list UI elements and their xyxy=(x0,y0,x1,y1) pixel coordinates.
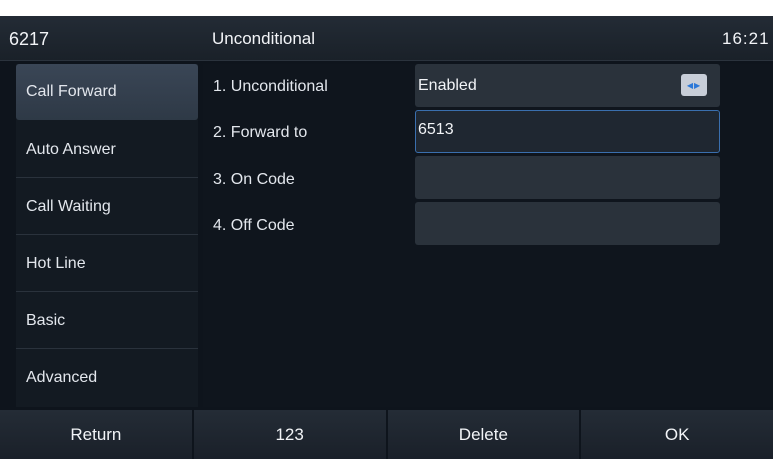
forward-to-input[interactable]: 6513 xyxy=(415,110,720,153)
sidebar-item-label: Advanced xyxy=(26,369,98,386)
sidebar-item-label: Call Forward xyxy=(26,83,117,100)
unconditional-value: Enabled xyxy=(418,76,477,94)
sidebar-item-auto-answer[interactable]: Auto Answer xyxy=(16,122,198,178)
input-mode-button[interactable]: 123 xyxy=(193,410,386,459)
off-code-label: 4. Off Code xyxy=(213,217,295,234)
extension-number: 6217 xyxy=(9,29,50,49)
return-button[interactable]: Return xyxy=(0,410,192,459)
sidebar-item-label: Auto Answer xyxy=(26,140,116,158)
status-bar: 6217 Unconditional 16:21 xyxy=(0,16,773,61)
sidebar-menu: Call Forward Auto Answer Call Waiting Ho… xyxy=(16,64,198,407)
forward-to-value: 6513 xyxy=(418,121,454,138)
page-title: Unconditional xyxy=(212,29,316,48)
sidebar-item-call-forward[interactable]: Call Forward xyxy=(16,64,198,120)
sidebar-item-label: Call Waiting xyxy=(26,197,111,215)
sidebar-item-label: Basic xyxy=(26,311,66,329)
on-code-label: 3. On Code xyxy=(213,171,295,188)
delete-button[interactable]: Delete xyxy=(387,410,580,459)
sidebar-item-basic[interactable]: Basic xyxy=(16,293,198,349)
sidebar-item-call-waiting[interactable]: Call Waiting xyxy=(16,179,198,235)
clock: 16:21 xyxy=(722,29,770,48)
softkey-bar: Return 123 Delete OK xyxy=(0,410,773,459)
off-code-input[interactable] xyxy=(415,202,720,245)
sidebar-item-label: Hot Line xyxy=(26,254,86,272)
forward-to-label: 2. Forward to xyxy=(213,124,308,141)
settings-panel: 1. Unconditional Enabled ◀▶ 2. Forward t… xyxy=(203,64,773,407)
phone-screen: 6217 Unconditional 16:21 Call Forward Au… xyxy=(0,16,773,459)
unconditional-label: 1. Unconditional xyxy=(213,78,328,95)
ok-button[interactable]: OK xyxy=(581,410,773,459)
left-right-arrows-icon[interactable]: ◀▶ xyxy=(681,74,707,96)
sidebar-item-hot-line[interactable]: Hot Line xyxy=(16,236,198,292)
sidebar-item-advanced[interactable]: Advanced xyxy=(16,350,198,406)
on-code-input[interactable] xyxy=(415,156,720,199)
unconditional-select[interactable]: Enabled ◀▶ xyxy=(415,64,720,107)
